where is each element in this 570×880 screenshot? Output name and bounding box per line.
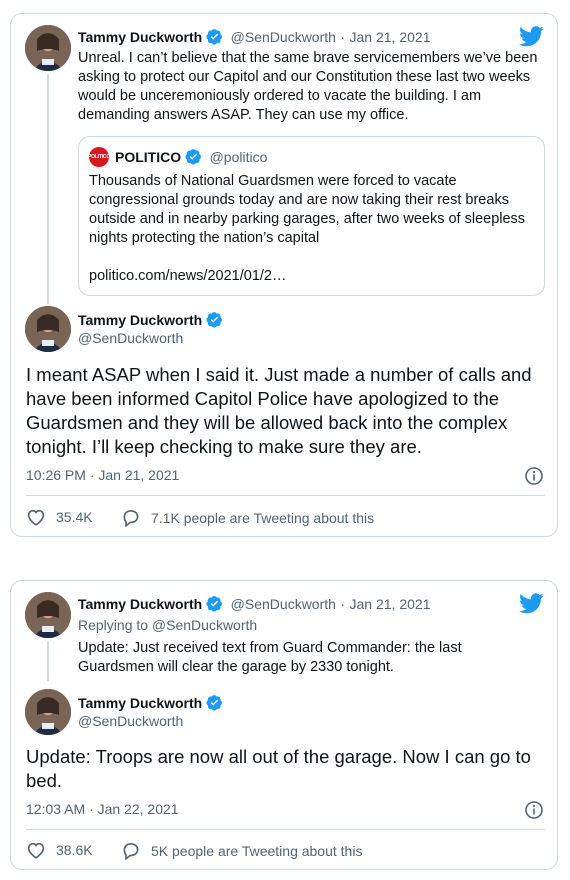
tweet-card-2: Tammy Duckworth @SenDuckworth · Jan 21, … [10,580,558,870]
heart-icon [27,842,45,859]
tweet-text: I meant ASAP when I said it. Just made a… [26,364,532,457]
replying-to[interactable]: Replying to @SenDuckworth [78,617,257,633]
tweet-timestamp[interactable]: 10:26 PM · Jan 21, 2021 [26,467,179,483]
avatar[interactable] [25,25,71,71]
thread-line [47,641,49,681]
info-icon[interactable] [524,466,544,491]
tweet-text: Update: Just received text from Guard Co… [78,640,462,675]
author-name[interactable]: Tammy Duckworth [78,312,202,328]
verified-icon [206,595,223,617]
avatar[interactable] [25,689,71,735]
like-button[interactable]: 38.6K [26,841,93,859]
quoted-author-handle: @politico [209,149,268,165]
divider [26,829,545,830]
quoted-text: Thousands of National Guardsmen were for… [89,173,526,246]
tweet-timestamp[interactable]: 12:03 AM · Jan 22, 2021 [26,801,179,817]
quoted-tweet[interactable]: POLITICO POLITICO @politico Thousands of… [78,136,545,296]
author-handle[interactable]: @SenDuckworth [231,596,336,612]
twitter-bird-icon[interactable] [519,593,544,619]
author-handle[interactable]: @SenDuckworth [231,29,336,45]
like-button[interactable]: 35.4K [26,508,93,526]
quoted-author-name: POLITICO [115,149,182,165]
avatar[interactable] [25,306,71,352]
verified-icon [185,148,202,170]
tweet-date[interactable]: Jan 21, 2021 [350,29,431,45]
quoted-link[interactable]: politico.com/news/2021/01/2… [89,267,286,286]
author-handle[interactable]: @SenDuckworth [78,330,183,346]
tweeting-about-button[interactable]: 5K people are Tweeting about this [121,841,362,860]
tweet-date[interactable]: Jan 21, 2021 [350,596,431,612]
verified-icon [206,311,223,333]
speech-bubble-icon [123,510,139,527]
divider [26,495,545,496]
tweeting-about-button[interactable]: 7.1K people are Tweeting about this [121,508,374,527]
politico-logo: POLITICO [88,147,110,167]
verified-icon [206,28,223,50]
tweeting-about-label: 7.1K people are Tweeting about this [151,509,375,526]
like-count: 38.6K [56,842,93,858]
author-name[interactable]: Tammy Duckworth [78,29,202,45]
tweet-card-1: Tammy Duckworth @SenDuckworth · Jan 21, … [10,13,558,537]
tweet-text: Update: Troops are now all out of the ga… [26,746,531,791]
thread-line [47,74,49,304]
verified-icon [206,694,223,716]
separator: · [340,596,346,612]
heart-icon [27,509,45,526]
like-count: 35.4K [56,509,93,525]
author-name[interactable]: Tammy Duckworth [78,695,202,711]
separator: · [340,29,346,45]
tweet-text: Unreal. I can’t believe that the same br… [78,50,538,123]
author-handle[interactable]: @SenDuckworth [78,713,183,729]
author-name[interactable]: Tammy Duckworth [78,596,202,612]
tweet-header: Tammy Duckworth @SenDuckworth · Jan 21, … [78,28,430,50]
info-icon[interactable] [524,800,544,825]
speech-bubble-icon [123,843,139,860]
tweeting-about-label: 5K people are Tweeting about this [151,842,363,859]
avatar[interactable] [25,592,71,638]
